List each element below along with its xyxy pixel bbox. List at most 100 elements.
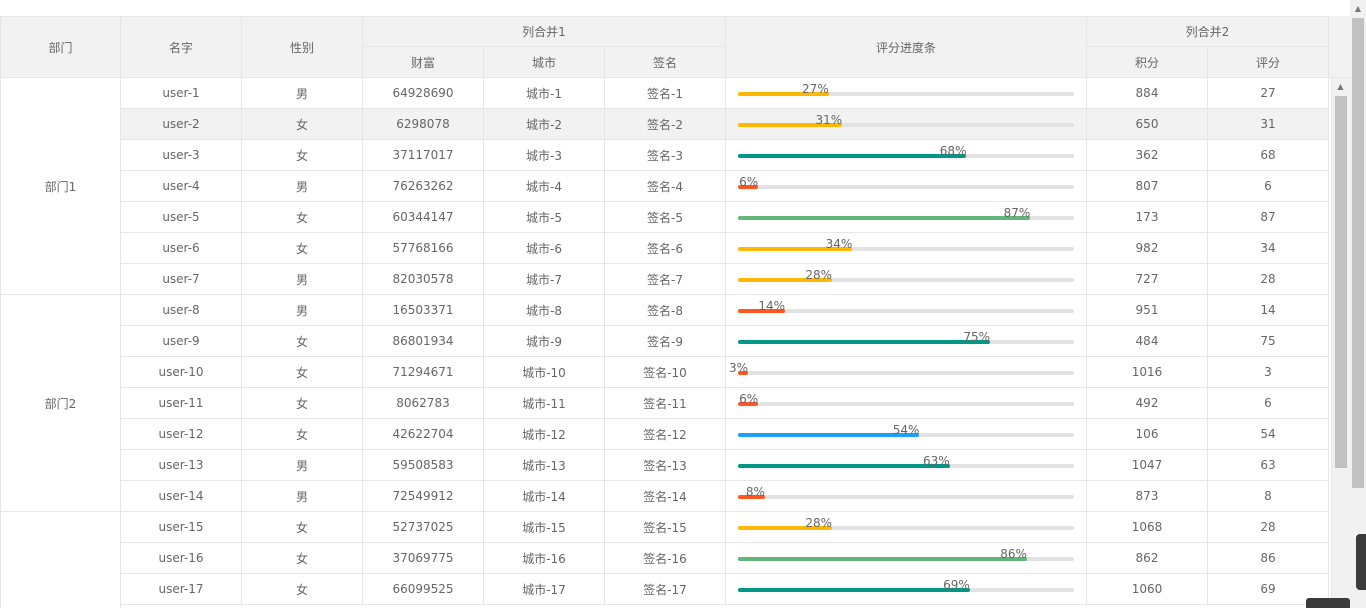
- cell-name: user-10: [121, 357, 242, 388]
- progress-track: 86%: [738, 548, 1074, 561]
- cell-score: 28: [1208, 512, 1329, 543]
- cell-city: 城市-5: [484, 202, 605, 233]
- window-scroll-up-icon[interactable]: ▲: [1350, 0, 1366, 16]
- cell-sign: 签名-17: [605, 574, 726, 605]
- cell-points-text: 1016: [1131, 365, 1163, 379]
- cell-city: 城市-14: [484, 481, 605, 512]
- dept-cell-3: [0, 512, 121, 608]
- cell-points: 884: [1087, 78, 1208, 109]
- progress-cell: 8%: [726, 481, 1087, 512]
- cell-gender: 女: [242, 202, 363, 233]
- top-margin: [0, 0, 1350, 16]
- dept-cell-1: 部门1: [0, 78, 121, 295]
- cell-gender-text: 女: [295, 210, 308, 225]
- cell-points: 173: [1087, 202, 1208, 233]
- progress-cell: 63%: [726, 450, 1087, 481]
- progress-label: 86%: [1000, 547, 1027, 561]
- cell-wealth: 6298078: [363, 109, 484, 140]
- cell-gender: 男: [242, 295, 363, 326]
- cell-points: 807: [1087, 171, 1208, 202]
- cell-sign-text: 签名-4: [647, 179, 683, 194]
- progress-track: 3%: [729, 362, 1074, 375]
- cell-wealth-text: 37069775: [392, 551, 454, 565]
- cell-sign-text: 签名-8: [647, 303, 683, 318]
- progress-track: 31%: [738, 114, 1074, 127]
- cell-city-text: 城市-1: [526, 86, 562, 101]
- table-scroll-up-icon[interactable]: ▲: [1331, 78, 1350, 95]
- cell-points: 951: [1087, 295, 1208, 326]
- header-progress[interactable]: 评分进度条: [726, 16, 1087, 78]
- cell-wealth-text: 59508583: [392, 458, 454, 472]
- progress-cell: 69%: [726, 574, 1087, 605]
- header-sign[interactable]: 签名: [605, 47, 726, 78]
- cell-wealth: 37117017: [363, 140, 484, 171]
- dept-label-2: 部门2: [44, 396, 77, 411]
- header-gender[interactable]: 性别: [242, 16, 363, 78]
- cell-sign: 签名-8: [605, 295, 726, 326]
- cell-city-text: 城市-16: [522, 551, 566, 566]
- cell-sign: 签名-11: [605, 388, 726, 419]
- cell-points: 1047: [1087, 450, 1208, 481]
- cell-sign: 签名-4: [605, 171, 726, 202]
- cell-sign-text: 签名-12: [643, 427, 687, 442]
- cell-city-text: 城市-8: [526, 303, 562, 318]
- cell-city-text: 城市-14: [522, 489, 566, 504]
- cell-gender: 女: [242, 512, 363, 543]
- cell-sign: 签名-14: [605, 481, 726, 512]
- progress-label: 75%: [963, 330, 990, 344]
- cell-wealth-text: 76263262: [392, 179, 454, 193]
- window-scroll-thumb[interactable]: [1352, 18, 1364, 488]
- header-city[interactable]: 城市: [484, 47, 605, 78]
- floating-tool-tab[interactable]: [1306, 598, 1350, 608]
- cell-sign-text: 签名-14: [643, 489, 687, 504]
- cell-gender-text: 男: [295, 86, 308, 101]
- cell-wealth: 57768166: [363, 233, 484, 264]
- cell-sign: 签名-9: [605, 326, 726, 357]
- progress-bar-fill: [738, 464, 950, 468]
- cell-score: 31: [1208, 109, 1329, 140]
- cell-name: user-17: [121, 574, 242, 605]
- header-dept[interactable]: 部门: [0, 16, 121, 78]
- header-points[interactable]: 积分: [1087, 47, 1208, 78]
- table-scroll-thumb[interactable]: [1335, 96, 1347, 468]
- cell-score: 27: [1208, 78, 1329, 109]
- cell-wealth: 64928690: [363, 78, 484, 109]
- cell-wealth: 16503371: [363, 295, 484, 326]
- progress-track: 87%: [738, 207, 1074, 220]
- cell-city: 城市-2: [484, 109, 605, 140]
- progress-bar-fill: [738, 216, 1031, 220]
- header-scroll-gutter: [1329, 16, 1350, 78]
- progress-track: 34%: [738, 238, 1074, 251]
- cell-gender: 男: [242, 78, 363, 109]
- cell-city-text: 城市-12: [522, 427, 566, 442]
- cell-score-text: 75: [1260, 334, 1276, 348]
- cell-gender-text: 女: [295, 365, 308, 380]
- cell-wealth-text: 6298078: [396, 117, 450, 131]
- cell-sign-text: 签名-2: [647, 117, 683, 132]
- cell-gender-text: 女: [295, 241, 308, 256]
- cell-city-text: 城市-6: [526, 241, 562, 256]
- cell-name-text: user-2: [162, 117, 200, 131]
- header-wealth[interactable]: 财富: [363, 47, 484, 78]
- cell-name: user-13: [121, 450, 242, 481]
- cell-wealth-text: 16503371: [392, 303, 454, 317]
- cell-name-text: user-17: [158, 582, 204, 596]
- cell-wealth: 8062783: [363, 388, 484, 419]
- cell-city-text: 城市-2: [526, 117, 562, 132]
- progress-cell: 6%: [726, 171, 1087, 202]
- progress-track: 8%: [738, 486, 1074, 499]
- progress-track: 28%: [738, 269, 1074, 282]
- header-score[interactable]: 评分: [1208, 47, 1329, 78]
- floating-tool-widget[interactable]: [1356, 534, 1366, 590]
- progress-track: 6%: [738, 176, 1074, 189]
- header-name[interactable]: 名字: [121, 16, 242, 78]
- header-points-label: 积分: [1134, 55, 1159, 70]
- cell-wealth-text: 42622704: [392, 427, 454, 441]
- cell-city-text: 城市-15: [522, 520, 566, 535]
- cell-wealth-text: 37117017: [392, 148, 454, 162]
- progress-label: 6%: [739, 175, 759, 189]
- cell-city: 城市-11: [484, 388, 605, 419]
- cell-wealth-text: 72549912: [392, 489, 454, 503]
- progress-label: 14%: [758, 299, 786, 313]
- cell-points: 650: [1087, 109, 1208, 140]
